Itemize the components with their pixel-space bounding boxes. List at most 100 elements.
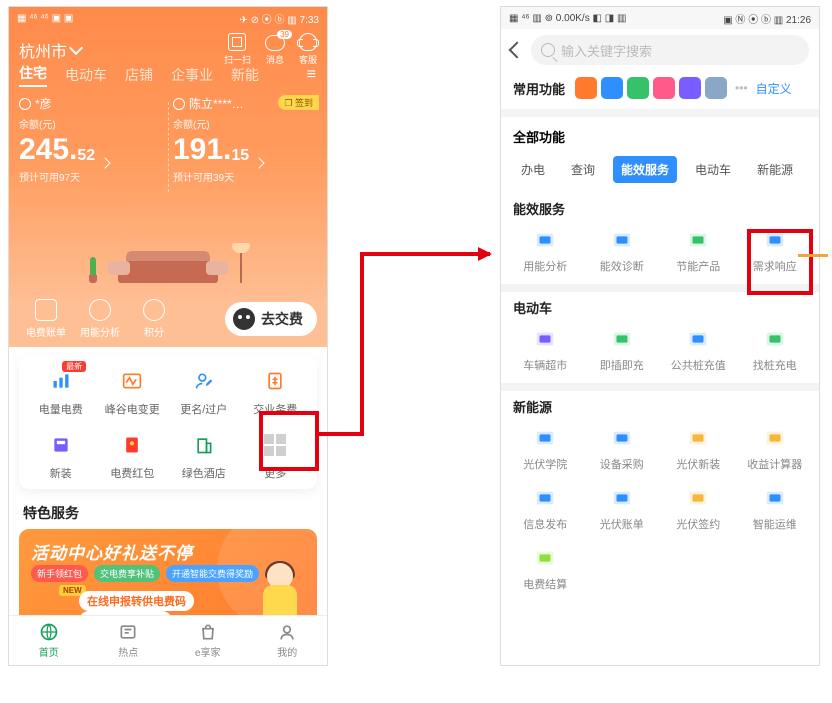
messages-button[interactable]: 39消息 — [265, 35, 285, 66]
wave-icon — [118, 367, 146, 395]
account-card-1[interactable]: *彦 余额(元) 245.52 预计可用97天 — [19, 95, 163, 184]
func-能效诊断[interactable]: 能效诊断 — [584, 228, 661, 274]
points-icon — [143, 299, 165, 321]
func-光伏账单[interactable]: 光伏账单 — [584, 486, 661, 532]
grid-item-5[interactable]: 电费红包 — [97, 431, 169, 481]
func-光伏新装[interactable]: 光伏新装 — [660, 426, 737, 472]
freq-icon[interactable] — [627, 77, 649, 99]
rtab-0[interactable]: 办电 — [513, 156, 553, 183]
func-智能运维[interactable]: 智能运维 — [737, 486, 814, 532]
support-button[interactable]: 客服 — [299, 33, 317, 66]
func-车辆超市[interactable]: 车辆超市 — [507, 327, 584, 373]
statusbar-right: ✈ ⊘ ⦿ ⓑ ▥ 7:33 — [239, 11, 319, 26]
grid-item-2[interactable]: 更名/过户 — [168, 367, 240, 417]
sofa-illustration — [108, 239, 228, 283]
account-card-2[interactable]: ❐ 签到 陈立****… 余额(元) 191.15 预计可用39天 — [173, 95, 317, 184]
rtab-3[interactable]: 电动车 — [687, 156, 739, 183]
func-label: 车辆超市 — [523, 357, 567, 373]
grid-item-0[interactable]: 最新电量电费 — [25, 367, 97, 417]
home-icon — [19, 98, 31, 110]
nav-home[interactable]: 首页 — [9, 616, 89, 665]
quick-usage[interactable]: 用能分析 — [73, 299, 127, 339]
freq-icon[interactable] — [575, 77, 597, 99]
func-电费结算[interactable]: 电费结算 — [507, 546, 584, 592]
func-找桩充电[interactable]: 找桩充电 — [737, 327, 814, 373]
chevron-right-icon — [100, 157, 111, 168]
highlight-demand-response — [747, 229, 813, 295]
promo-pill: 新手领红包 — [31, 565, 88, 582]
rtab-4[interactable]: 新能源 — [749, 156, 801, 183]
func-label: 光伏账单 — [600, 516, 644, 532]
freq-icon[interactable] — [679, 77, 701, 99]
rtab-2[interactable]: 能效服务 — [613, 156, 677, 183]
func-label: 收益计算器 — [747, 456, 802, 472]
func-label: 即插即充 — [600, 357, 644, 373]
meter-icon — [47, 431, 75, 459]
func-label: 用能分析 — [523, 258, 567, 274]
grid-item-3[interactable]: 交业务费 — [240, 367, 312, 417]
grid-item-4[interactable]: 新装 — [25, 431, 97, 481]
location-picker[interactable]: 杭州市 — [19, 38, 81, 62]
nav-eshare[interactable]: e享家 — [168, 616, 248, 665]
rtab-1[interactable]: 查询 — [563, 156, 603, 183]
tab-enterprise[interactable]: 企事业 — [171, 65, 213, 85]
func-label: 光伏新装 — [676, 456, 720, 472]
arrow-head — [360, 252, 490, 256]
search-icon — [541, 43, 555, 57]
nav-news[interactable]: 热点 — [89, 616, 169, 665]
promo-line1: 在线申报转供电费码 — [79, 591, 194, 611]
bag-icon — [198, 622, 218, 642]
tab-home[interactable]: 住宅 — [19, 63, 47, 87]
grid-item-6[interactable]: 绿色酒店 — [168, 431, 240, 481]
headset-icon — [299, 33, 317, 51]
func-icon — [531, 486, 559, 510]
func-光伏学院[interactable]: 光伏学院 — [507, 426, 584, 472]
func-label: 设备采购 — [600, 456, 644, 472]
special-service-title: 特色服务 — [23, 503, 313, 523]
func-设备采购[interactable]: 设备采购 — [584, 426, 661, 472]
new-badge: 最新 — [62, 361, 86, 372]
bottom-nav: 首页 热点 e享家 我的 — [9, 615, 327, 665]
freq-icon[interactable] — [653, 77, 675, 99]
tab-shop[interactable]: 店铺 — [125, 65, 153, 85]
tab-newenergy[interactable]: 新能 — [231, 65, 259, 85]
promo-pill: 开通智能交费得奖励 — [166, 565, 259, 582]
func-label: 智能运维 — [753, 516, 797, 532]
func-icon — [761, 486, 789, 510]
pay-button[interactable]: 去交费 — [225, 302, 317, 336]
func-label: 电费结算 — [523, 576, 567, 592]
func-信息发布[interactable]: 信息发布 — [507, 486, 584, 532]
func-公共桩充值[interactable]: 公共桩充值 — [660, 327, 737, 373]
tab-more-icon[interactable]: ≡ — [307, 66, 317, 84]
tab-ev[interactable]: 电动车 — [65, 65, 107, 85]
section-grid: 光伏学院设备采购 光伏新装 收益计算器信息发布光伏账单 光伏签约 智能运维电费结算 — [501, 418, 819, 602]
grid-item-1[interactable]: 峰谷电变更 — [97, 367, 169, 417]
back-button[interactable] — [509, 42, 526, 59]
func-光伏签约[interactable]: 光伏签约 — [660, 486, 737, 532]
func-label: 公共桩充值 — [671, 357, 726, 373]
func-label: 光伏签约 — [676, 516, 720, 532]
func-icon — [684, 327, 712, 351]
quick-points[interactable]: 积分 — [127, 299, 181, 339]
func-用能分析[interactable]: 用能分析 — [507, 228, 584, 274]
nav-mine[interactable]: 我的 — [248, 616, 328, 665]
signin-badge[interactable]: ❐ 签到 — [278, 95, 319, 110]
section-grid: 车辆超市 即插即充 公共桩充值找桩充电 — [501, 319, 819, 391]
user-edit-icon — [190, 367, 218, 395]
freq-icon[interactable] — [705, 77, 727, 99]
scan-icon — [228, 33, 246, 51]
search-input[interactable]: 输入关键字搜索 — [531, 35, 809, 65]
func-收益计算器[interactable]: 收益计算器 — [737, 426, 814, 472]
func-节能产品[interactable]: 节能产品 — [660, 228, 737, 274]
statusbar: ▦ ⁴⁶ ⁴⁶ ▣ ▣ ✈ ⊘ ⦿ ⓑ ▥ 7:33 — [9, 7, 327, 29]
category-tabs: 住宅 电动车 店铺 企事业 新能 ≡ — [9, 63, 327, 87]
func-icon — [608, 327, 636, 351]
dots-icon: ••• — [735, 81, 748, 95]
customize-link[interactable]: 自定义 — [756, 80, 792, 97]
function-tabs: 办电 查询 能效服务 电动车 新能源 — [501, 152, 819, 193]
quick-bill[interactable]: 电费账单 — [19, 299, 73, 339]
func-icon — [608, 426, 636, 450]
func-即插即充[interactable]: 即插即充 — [584, 327, 661, 373]
freq-icon[interactable] — [601, 77, 623, 99]
scan-button[interactable]: 扫一扫 — [224, 33, 251, 66]
